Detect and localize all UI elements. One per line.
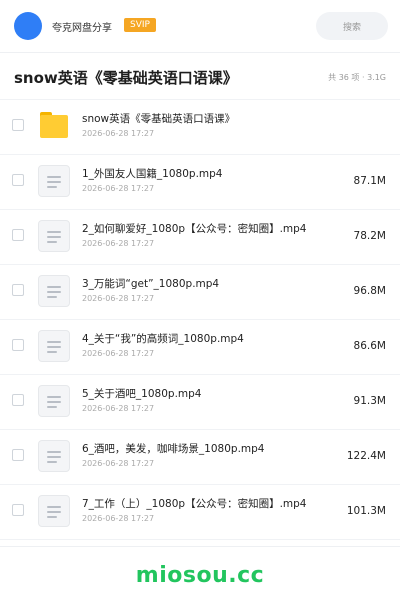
item-checkbox[interactable] [12, 339, 24, 351]
document-icon [38, 165, 70, 197]
item-checkbox[interactable] [12, 504, 24, 516]
file-name: 1_外国友人国籍_1080p.mp4 [82, 168, 223, 180]
document-icon [38, 330, 70, 362]
file-date: 2026-06-28 17:27 [82, 459, 155, 468]
app-name: 夸克网盘分享 [52, 23, 112, 34]
file-name: 4_关于“我”的高频词_1080p.mp4 [82, 333, 244, 345]
file-date: 2026-06-28 17:27 [82, 294, 155, 303]
search-placeholder: 搜索 [342, 22, 361, 33]
file-name: 3_万能词“get”_1080p.mp4 [82, 278, 220, 290]
document-icon [38, 385, 70, 417]
list-item[interactable]: 2_如何聊爱好_1080p【公众号：密知圈】.mp4 2026-06-28 17… [0, 210, 400, 265]
watermark: miosou.cc [135, 563, 265, 588]
folder-title-bar: snow英语《零基础英语口语课》 共 36 项 · 3.1G [0, 53, 400, 100]
file-date: 2026-06-28 17:27 [82, 184, 155, 193]
folder-icon [40, 112, 68, 138]
file-name: 2_如何聊爱好_1080p【公众号：密知圈】.mp4 [82, 223, 307, 235]
page-title: snow英语《零基础英语口语课》 [14, 69, 238, 87]
file-name: 7_工作（上）_1080p【公众号：密知圈】.mp4 [82, 498, 307, 510]
file-date: 2026-06-28 17:27 [82, 404, 155, 413]
avatar[interactable] [14, 12, 42, 40]
file-name: 5_关于酒吧_1080p.mp4 [82, 388, 202, 400]
file-date: 2026-06-28 17:27 [82, 514, 155, 523]
document-icon [38, 440, 70, 472]
document-icon [38, 495, 70, 527]
list-item[interactable]: 7_工作（上）_1080p【公众号：密知圈】.mp4 2026-06-28 17… [0, 485, 400, 540]
folder-meta: 共 36 项 · 3.1G [328, 73, 386, 82]
vip-badge: SVIP [124, 18, 156, 32]
document-icon [38, 220, 70, 252]
file-date: 2026-06-28 17:27 [82, 349, 155, 358]
file-date: 2026-06-28 17:27 [82, 239, 155, 248]
item-checkbox[interactable] [12, 229, 24, 241]
list-item[interactable]: 6_酒吧，美发，咖啡场景_1080p.mp4 2026-06-28 17:27 … [0, 430, 400, 485]
file-date: 2026-06-28 17:27 [82, 129, 155, 138]
file-name: 6_酒吧，美发，咖啡场景_1080p.mp4 [82, 443, 265, 455]
divider [0, 546, 400, 547]
file-name: snow英语《零基础英语口语课》 [82, 113, 236, 125]
item-checkbox[interactable] [12, 449, 24, 461]
file-size: 86.6M [353, 340, 386, 352]
search-input[interactable]: 搜索 [316, 12, 388, 40]
list-item[interactable]: 3_万能词“get”_1080p.mp4 2026-06-28 17:27 96… [0, 265, 400, 320]
item-checkbox[interactable] [12, 119, 24, 131]
document-icon [38, 275, 70, 307]
file-size: 87.1M [353, 175, 386, 187]
file-size: 96.8M [353, 285, 386, 297]
item-checkbox[interactable] [12, 394, 24, 406]
file-size: 122.4M [346, 450, 386, 462]
item-checkbox[interactable] [12, 174, 24, 186]
list-item[interactable]: 1_外国友人国籍_1080p.mp4 2026-06-28 17:27 87.1… [0, 155, 400, 210]
list-item[interactable]: 5_关于酒吧_1080p.mp4 2026-06-28 17:27 91.3M [0, 375, 400, 430]
list-item[interactable]: 4_关于“我”的高频词_1080p.mp4 2026-06-28 17:27 8… [0, 320, 400, 375]
file-size: 91.3M [353, 395, 386, 407]
file-list: snow英语《零基础英语口语课》 2026-06-28 17:27 1_外国友人… [0, 100, 400, 540]
item-checkbox[interactable] [12, 284, 24, 296]
list-item-folder[interactable]: snow英语《零基础英语口语课》 2026-06-28 17:27 [0, 100, 400, 155]
app-header: 夸克网盘分享 SVIP 搜索 [0, 0, 400, 53]
file-size: 78.2M [353, 230, 386, 242]
file-size: 101.3M [346, 505, 386, 517]
